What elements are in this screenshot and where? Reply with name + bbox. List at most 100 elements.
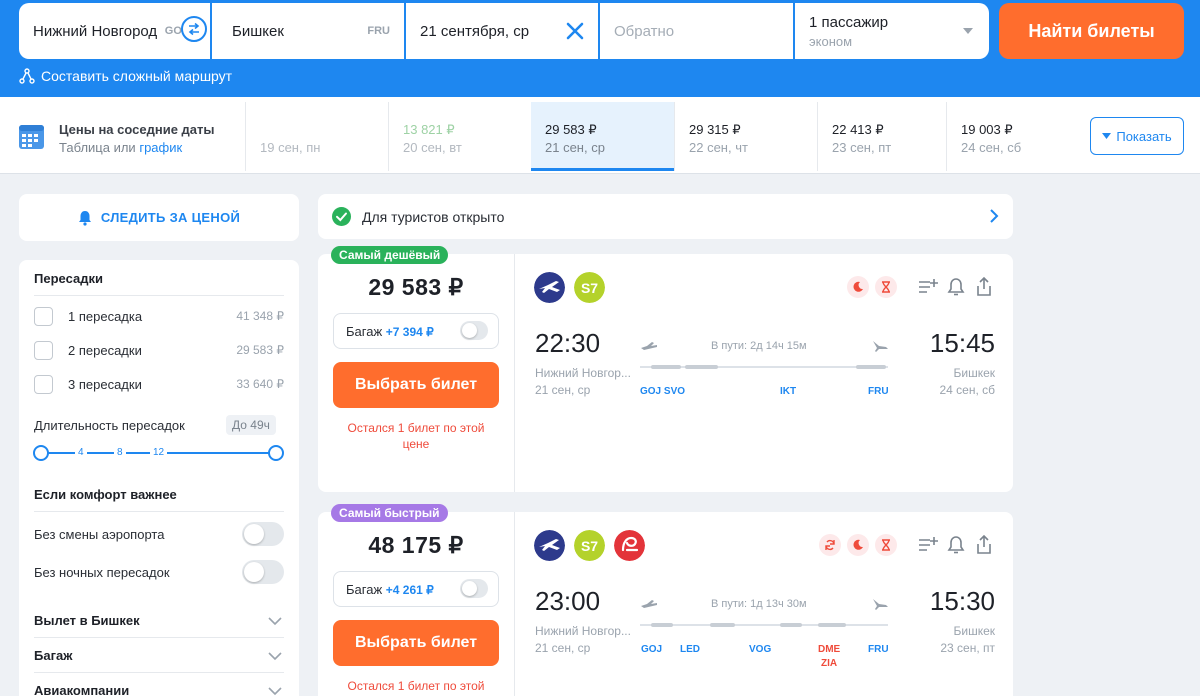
airport-change-icon <box>819 534 841 556</box>
passengers-count: 1 пассажир <box>809 14 889 31</box>
clear-date-icon[interactable] <box>564 20 586 42</box>
check-circle-icon <box>332 207 351 226</box>
divider <box>34 637 284 638</box>
show-dates-button[interactable]: Показать <box>1090 117 1184 155</box>
destination-value: Бишкек <box>232 23 284 40</box>
baggage-toggle[interactable] <box>460 579 488 598</box>
s7-logo-icon: S7 <box>574 272 605 303</box>
date-cell-23[interactable]: 22 413 ₽ 23 сен, пт <box>817 102 960 171</box>
chevron-right-icon <box>990 209 999 223</box>
baggage-option[interactable]: Багаж +7 394 ₽ <box>333 313 499 349</box>
comfort-label: Без смены аэропорта <box>34 527 165 542</box>
date-price: 19 003 ₽ <box>961 122 1013 137</box>
airport-code-changed: ZIA <box>821 658 838 669</box>
slider-min-handle[interactable] <box>33 445 49 461</box>
comfort-title: Если комфорт важнее <box>34 487 177 502</box>
add-to-list-icon[interactable] <box>917 276 939 298</box>
complex-route-label: Составить сложный маршрут <box>41 68 233 84</box>
destination-field[interactable]: Бишкек FRU <box>212 3 406 59</box>
bell-icon[interactable] <box>945 534 967 556</box>
slider-max-handle[interactable] <box>268 445 284 461</box>
date-label: 23 сен, пт <box>832 140 892 155</box>
share-icon[interactable] <box>973 276 995 298</box>
toggle-switch[interactable] <box>242 522 284 546</box>
departure-city: Нижний Новгор... <box>535 624 631 638</box>
night-flight-icon <box>847 534 869 556</box>
baggage-price: +4 261 ₽ <box>385 583 434 597</box>
transfer-option-3[interactable]: 3 пересадки 33 640 ₽ <box>34 375 284 395</box>
transfer-label: 3 пересадки <box>68 377 142 392</box>
baggage-option[interactable]: Багаж +4 261 ₽ <box>333 571 499 607</box>
departure-date-field[interactable]: 21 сентября, ср <box>406 3 600 59</box>
date-price: 29 315 ₽ <box>689 122 741 137</box>
stopover-segment <box>780 623 802 627</box>
date-cell-24[interactable]: 19 003 ₽ 24 сен, сб <box>946 102 1076 171</box>
return-date-field[interactable]: Обратно <box>600 3 795 59</box>
accordion-departure[interactable]: Вылет в Бишкек <box>34 611 284 631</box>
date-label: 22 сен, чт <box>689 140 748 155</box>
no-airport-change-row[interactable]: Без смены аэропорта <box>34 522 284 546</box>
passengers-field[interactable]: 1 пассажир эконом <box>795 3 989 59</box>
nearby-dates-title: Цены на соседние даты <box>59 122 215 137</box>
caret-down-icon <box>1102 133 1112 139</box>
tourist-open-banner[interactable]: Для туристов открыто <box>318 194 1013 239</box>
chart-link[interactable]: график <box>139 140 182 155</box>
transfer-option-1[interactable]: 1 пересадка 41 348 ₽ <box>34 307 284 327</box>
divider <box>514 254 515 492</box>
date-cell-21-selected[interactable]: 29 583 ₽ 21 сен, ср <box>531 102 674 171</box>
select-ticket-button[interactable]: Выбрать билет <box>333 620 499 666</box>
cabin-class: эконом <box>809 34 853 49</box>
tickets-left-note: Остался 1 билет по этой <box>347 679 485 693</box>
baggage-text: Багаж <box>346 582 383 597</box>
date-label: 24 сен, сб <box>961 140 1022 155</box>
complex-route-link[interactable]: Составить сложный маршрут <box>19 68 232 84</box>
divider <box>34 672 284 673</box>
transfer-price: 29 583 ₽ <box>236 343 284 357</box>
date-price: 29 583 ₽ <box>545 122 597 137</box>
select-ticket-button[interactable]: Выбрать билет <box>333 362 499 408</box>
landing-plane-icon <box>873 341 888 352</box>
tickets-left-note: Остался 1 билет по этой цене <box>347 421 485 451</box>
find-tickets-button[interactable]: Найти билеты <box>999 3 1184 59</box>
arrival-date: 23 сен, пт <box>940 641 995 655</box>
toggle-switch[interactable] <box>242 560 284 584</box>
airport-code: IKT <box>780 386 797 397</box>
date-label: 21 сен, ср <box>545 140 605 155</box>
transfer-label: 2 пересадки <box>68 343 142 358</box>
red-airline-logo-icon <box>614 530 645 561</box>
route-line <box>640 624 888 626</box>
s7-logo-icon: S7 <box>574 530 605 561</box>
date-cell-19[interactable]: 19 сен, пн <box>245 102 388 171</box>
route-icon <box>19 68 35 84</box>
night-flight-icon <box>847 276 869 298</box>
chevron-down-icon <box>268 687 282 696</box>
divider <box>34 511 284 512</box>
date-cell-22[interactable]: 29 315 ₽ 22 сен, чт <box>674 102 817 171</box>
date-cell-20[interactable]: 13 821 ₽ 20 сен, вт <box>388 102 531 171</box>
watch-price-button[interactable]: СЛЕДИТЬ ЗА ЦЕНОЙ <box>19 194 299 241</box>
checkbox[interactable] <box>34 375 53 394</box>
baggage-text: Багаж <box>346 324 383 339</box>
departure-time: 22:30 <box>535 328 601 358</box>
origin-value: Нижний Новгород <box>33 23 158 40</box>
share-icon[interactable] <box>973 534 995 556</box>
accordion-airlines[interactable]: Авиакомпании <box>34 681 284 696</box>
accordion-baggage[interactable]: Багаж <box>34 646 284 666</box>
stopover-segment <box>651 365 681 369</box>
baggage-toggle[interactable] <box>460 321 488 340</box>
bell-icon[interactable] <box>945 276 967 298</box>
arrival-date: 24 сен, сб <box>939 383 995 397</box>
ticket-card: 48 175 ₽ Багаж +4 261 ₽ Выбрать билет Ос… <box>318 512 1013 696</box>
swap-icon[interactable] <box>181 16 207 42</box>
checkbox[interactable] <box>34 341 53 360</box>
baggage-label: Багаж +7 394 ₽ <box>346 324 434 339</box>
add-to-list-icon[interactable] <box>917 534 939 556</box>
transfer-option-2[interactable]: 2 пересадки 29 583 ₽ <box>34 341 284 361</box>
accordion-label: Авиакомпании <box>34 683 130 696</box>
no-night-transfers-row[interactable]: Без ночных пересадок <box>34 560 284 584</box>
table-link[interactable]: Таблица или <box>59 140 136 155</box>
comfort-label: Без ночных пересадок <box>34 565 170 580</box>
svg-text:S7: S7 <box>581 538 598 554</box>
arrival-city: Бишкек <box>953 366 995 380</box>
checkbox[interactable] <box>34 307 53 326</box>
